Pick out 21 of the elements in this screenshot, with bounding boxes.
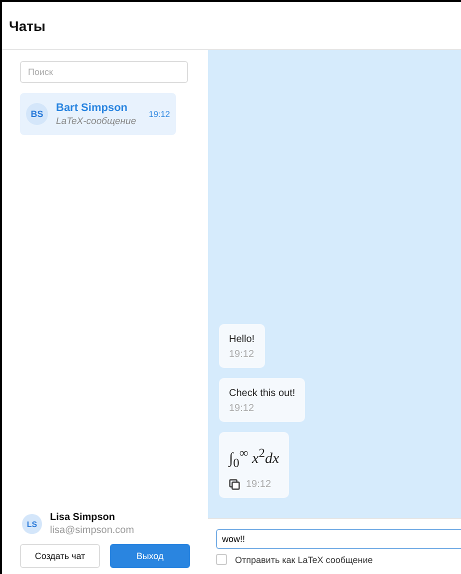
user-name: Lisa Simpson <box>50 512 116 523</box>
message-text: Hello! <box>229 334 255 345</box>
search-field[interactable]: Поиск <box>20 61 188 83</box>
message-text: Check this out! <box>229 388 296 399</box>
chat-time: 19:12 <box>148 109 170 119</box>
checkbox-label: Отправить как LaTeX сообщение <box>235 554 373 564</box>
checkbox[interactable] <box>216 554 227 565</box>
logout-button[interactable]: Выход <box>110 544 190 568</box>
message-time: 19:12 <box>229 349 254 360</box>
new-chat-button[interactable]: Создать чат <box>20 544 100 568</box>
message-input[interactable]: wow!! <box>216 529 461 549</box>
user-email: lisa@simpson.com <box>50 525 136 536</box>
avatar: LS <box>22 514 42 534</box>
copy-icon[interactable] <box>229 479 240 490</box>
message-time: 19:12 <box>229 403 254 414</box>
chat-name: Bart Simpson <box>56 102 129 114</box>
chat-preview: LaTeX-сообщение <box>56 116 138 126</box>
formula: ∫$_{0}$$^{∞}$ x$^{2}$dx <box>229 445 280 472</box>
page-title: Чаты <box>9 18 46 34</box>
avatar: BS <box>26 103 48 125</box>
message-time: 19:12 <box>246 479 272 490</box>
